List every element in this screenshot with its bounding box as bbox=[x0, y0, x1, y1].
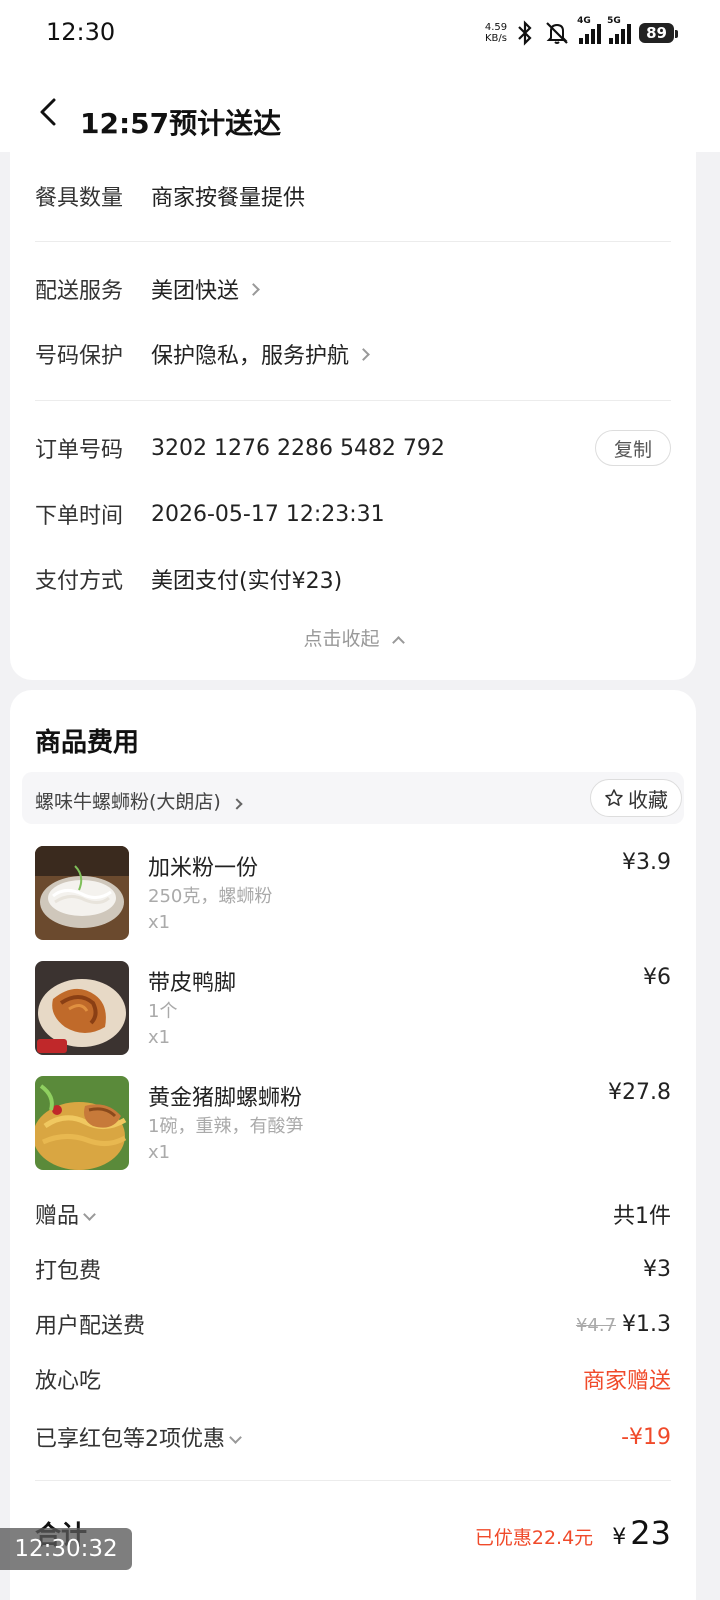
chevron-down-icon bbox=[83, 1208, 96, 1221]
safe-eat-row: 放心吃 商家赠送 bbox=[35, 1359, 671, 1399]
divider bbox=[35, 241, 671, 242]
network-speed-value: 4.59 bbox=[484, 22, 508, 33]
network-speed: 4.59 KB/s bbox=[485, 22, 507, 44]
battery-icon: 89 bbox=[639, 23, 678, 43]
order-time-row: 下单时间 2026-05-17 12:23:31 bbox=[35, 494, 671, 534]
mute-icon bbox=[546, 22, 568, 44]
delivery-service-row[interactable]: 配送服务 美团快送 bbox=[35, 269, 671, 309]
item-spec: 1个 bbox=[148, 1001, 178, 1022]
total-amount-group: ¥23 bbox=[612, 1514, 671, 1552]
discount-label: 已享红包等2项优惠 bbox=[35, 1421, 242, 1453]
item-name: 黄金猪脚螺蛳粉 bbox=[148, 1086, 303, 1111]
rice-noodle-image bbox=[35, 846, 129, 940]
page-header: 12:57预计送达 bbox=[0, 70, 720, 152]
order-item[interactable]: 加米粉一份 250克，螺蛳粉 x1 ¥3.9 bbox=[35, 846, 671, 942]
packing-fee-label: 打包费 bbox=[35, 1259, 102, 1284]
order-info-card: 餐具数量 商家按餐量提供 配送服务 美团快送 号码保护 保护隐私，服务护航 订单… bbox=[10, 150, 696, 680]
total-value-group: 已优惠22.4元 ¥23 bbox=[475, 1514, 671, 1552]
order-time-label: 下单时间 bbox=[35, 504, 124, 529]
chevron-down-icon bbox=[229, 1431, 242, 1444]
pig-trotter-noodle-image bbox=[35, 1076, 129, 1170]
goods-fee-card: 商品费用 螺味牛螺蛳粉(大朗店) 收藏 加米粉一份 250克，螺蛳粉 x1 ¥3… bbox=[10, 690, 696, 1600]
signal-5g-icon: 5G bbox=[607, 16, 632, 44]
total-currency: ¥ bbox=[612, 1525, 627, 1550]
collapse-button[interactable]: 点击收起 bbox=[10, 624, 696, 651]
item-price: ¥6 bbox=[643, 965, 671, 990]
item-quantity: x1 bbox=[148, 912, 171, 933]
order-time-value: 2026-05-17 12:23:31 bbox=[151, 501, 385, 527]
item-quantity: x1 bbox=[148, 1142, 171, 1163]
item-price: ¥27.8 bbox=[608, 1080, 671, 1105]
favorite-label: 收藏 bbox=[628, 787, 668, 812]
item-name: 带皮鸭脚 bbox=[148, 971, 237, 996]
item-name: 加米粉一份 bbox=[148, 856, 259, 881]
favorite-button[interactable]: 收藏 bbox=[590, 779, 682, 817]
shop-name-link[interactable]: 螺味牛螺蛳粉(大朗店) bbox=[35, 787, 243, 814]
status-bar: 12:30 4.59 KB/s 4G 5G 89 bbox=[0, 0, 720, 70]
number-protection-label: 号码保护 bbox=[35, 344, 124, 369]
payment-method-row: 支付方式 美团支付(实付¥23) bbox=[35, 559, 671, 599]
delivery-fee-row: 用户配送费 ¥4.7 ¥1.3 bbox=[35, 1304, 671, 1344]
tableware-label: 餐具数量 bbox=[35, 186, 124, 211]
network-speed-unit: KB/s bbox=[484, 33, 507, 44]
chevron-up-icon bbox=[391, 636, 405, 649]
payment-method-value: 美团支付(实付¥23) bbox=[151, 569, 343, 594]
order-number-label: 订单号码 bbox=[35, 438, 124, 463]
tableware-value: 商家按餐量提供 bbox=[151, 186, 306, 211]
gift-row[interactable]: 赠品 共1件 bbox=[35, 1194, 671, 1234]
delivery-fee-label: 用户配送费 bbox=[35, 1314, 146, 1339]
chevron-right-icon bbox=[231, 798, 243, 810]
copy-button[interactable]: 复制 bbox=[595, 430, 671, 466]
delivery-fee-value-group: ¥4.7 ¥1.3 bbox=[576, 1312, 671, 1337]
collapse-label: 点击收起 bbox=[303, 628, 380, 650]
shop-name: 螺味牛螺蛳粉(大朗店) bbox=[35, 791, 221, 813]
discount-value: -¥19 bbox=[621, 1424, 671, 1450]
chevron-right-icon bbox=[357, 347, 370, 361]
delivery-fee-original: ¥4.7 bbox=[575, 1314, 617, 1336]
safe-eat-value: 商家赠送 bbox=[582, 1369, 671, 1394]
divider bbox=[35, 1480, 671, 1481]
divider bbox=[35, 400, 671, 401]
total-amount: 23 bbox=[630, 1514, 671, 1552]
page-title: 12:57预计送达 bbox=[80, 107, 282, 140]
tableware-row: 餐具数量 商家按餐量提供 bbox=[35, 176, 671, 216]
bluetooth-icon bbox=[518, 20, 532, 46]
star-icon bbox=[605, 789, 623, 806]
delivery-service-label: 配送服务 bbox=[35, 279, 124, 304]
packing-fee-value: ¥3 bbox=[643, 1256, 671, 1282]
safe-eat-label: 放心吃 bbox=[35, 1369, 102, 1394]
status-icons: 4.59 KB/s 4G 5G 89 bbox=[485, 16, 678, 50]
item-spec: 1碗，重辣，有酸笋 bbox=[148, 1116, 304, 1137]
order-item[interactable]: 带皮鸭脚 1个 x1 ¥6 bbox=[35, 961, 671, 1057]
gift-label: 赠品 bbox=[35, 1198, 96, 1230]
number-protection-value: 保护隐私，服务护航 bbox=[151, 344, 350, 369]
chevron-right-icon bbox=[247, 282, 260, 296]
screenshot-timestamp: 12:30:32 bbox=[0, 1528, 132, 1570]
discount-row[interactable]: 已享红包等2项优惠 -¥19 bbox=[35, 1417, 671, 1457]
shop-bar[interactable]: 螺味牛螺蛳粉(大朗店) 收藏 bbox=[22, 772, 684, 824]
delivery-fee-value: ¥1.3 bbox=[622, 1311, 671, 1337]
order-number-value: 3202 1276 2286 5482 792 bbox=[151, 435, 445, 461]
delivery-service-value: 美团快送 bbox=[151, 279, 240, 304]
order-item[interactable]: 黄金猪脚螺蛳粉 1碗，重辣，有酸笋 x1 ¥27.8 bbox=[35, 1076, 671, 1172]
back-arrow-icon[interactable] bbox=[34, 96, 66, 128]
duck-feet-image bbox=[35, 961, 129, 1055]
packing-fee-row: 打包费 ¥3 bbox=[35, 1249, 671, 1289]
number-protection-row[interactable]: 号码保护 保护隐私，服务护航 bbox=[35, 334, 671, 374]
item-spec: 250克，螺蛳粉 bbox=[148, 886, 273, 907]
item-price: ¥3.9 bbox=[622, 850, 671, 875]
payment-method-label: 支付方式 bbox=[35, 569, 124, 594]
signal-4g-icon: 4G bbox=[577, 16, 602, 44]
total-saved: 已优惠22.4元 bbox=[474, 1527, 594, 1549]
item-quantity: x1 bbox=[148, 1027, 171, 1048]
order-number-row: 订单号码 3202 1276 2286 5482 792 复制 bbox=[35, 428, 671, 468]
status-time: 12:30 bbox=[46, 18, 116, 46]
goods-section-title: 商品费用 bbox=[35, 728, 140, 758]
gift-value: 共1件 bbox=[613, 1204, 671, 1229]
